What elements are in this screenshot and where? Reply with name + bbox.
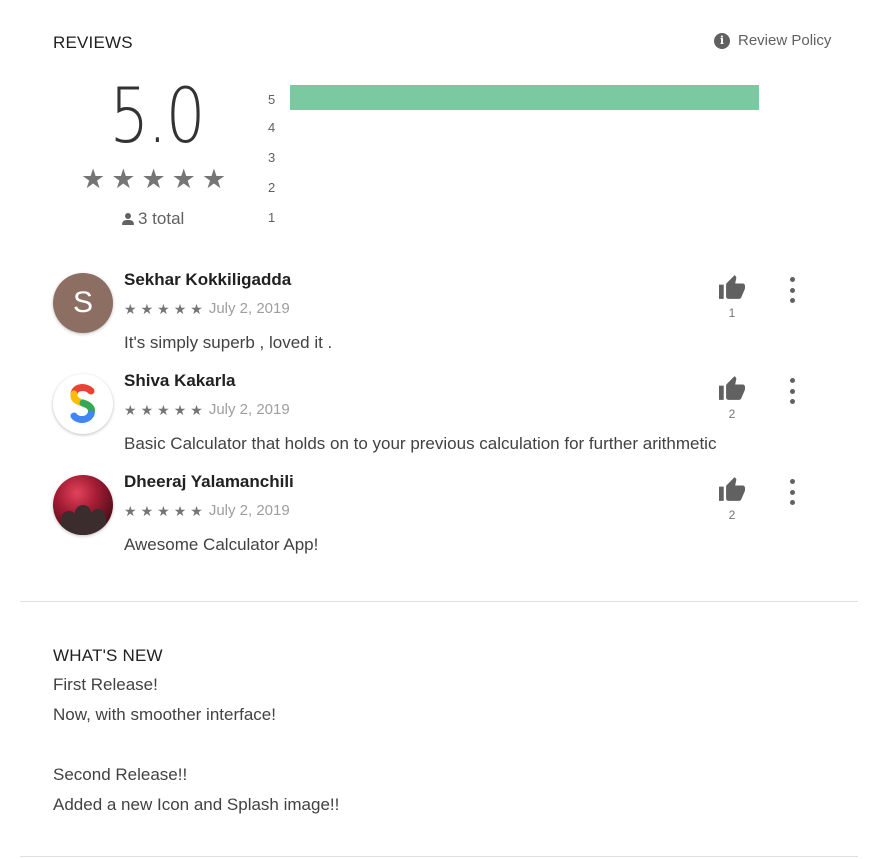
release-note-line: First Release! [53, 675, 158, 694]
star-icon: ★ [190, 401, 203, 418]
reviews-title: REVIEWS [53, 33, 133, 52]
star-icon: ★ [124, 502, 137, 519]
histogram-row: 1 [268, 202, 759, 232]
dot [789, 500, 795, 505]
histogram-label: 3 [268, 149, 276, 165]
helpful-button[interactable]: 2 [715, 476, 749, 522]
review-meta: ★ ★ ★ ★ ★ July 2, 2019 [124, 401, 290, 418]
star-icon: ★ [157, 502, 170, 519]
histogram-label: 2 [268, 179, 276, 195]
review-item: Shiva Kakarla ★ ★ ★ ★ ★ July 2, 2019 Basic C… [53, 371, 843, 464]
star-icon: ★ [171, 164, 196, 194]
star-icon: ★ [173, 401, 187, 418]
dot [789, 489, 795, 495]
reviewer-name: Dheeraj Yalamanchili [124, 472, 294, 491]
dot [789, 479, 795, 484]
histogram-label: 1 [268, 209, 276, 225]
info-icon: i [714, 32, 730, 49]
review-date: July 2, 2019 [208, 502, 290, 519]
photo-figure [90, 509, 106, 535]
avatar: S [53, 273, 113, 333]
review-policy-link[interactable]: i Review Policy [714, 32, 831, 49]
dot [789, 298, 795, 303]
review-text: Basic Calculator that holds on to your p… [124, 434, 717, 453]
release-note-line: Second Release!! [53, 765, 188, 784]
review-stars: ★ ★ ★ ★ ★ [124, 403, 203, 417]
histogram-row: 3 [268, 142, 759, 172]
release-note-line [53, 736, 339, 766]
review-stars: ★ ★ ★ ★ ★ [124, 504, 203, 518]
review-date: July 2, 2019 [208, 300, 290, 317]
more-options-button[interactable] [783, 479, 801, 505]
dot [789, 388, 795, 394]
google-logo-icon [70, 384, 95, 423]
thumbs-up-icon [719, 275, 745, 299]
star-icon: ★ [140, 401, 154, 418]
review-item: S Sekhar Kokkiligadda ★ ★ ★ ★ ★ July 2, 2019… [53, 270, 843, 363]
star-icon: ★ [124, 401, 137, 418]
average-rating: 5.0 [109, 71, 206, 160]
review-policy-label: Review Policy [738, 32, 832, 49]
reviewer-name: Shiva Kakarla [124, 371, 236, 390]
release-note-line: Added a new Icon and Splash image!! [53, 795, 340, 814]
total-ratings-label: 3 total [138, 209, 185, 228]
more-options-button[interactable] [783, 277, 801, 303]
average-rating-stars: ★ ★ ★ ★ ★ [81, 166, 226, 193]
release-note-line: Now, with smoother interface! [53, 705, 276, 724]
helpful-count: 2 [728, 508, 736, 522]
helpful-button[interactable]: 1 [715, 274, 749, 320]
thumbs-up-icon [719, 376, 745, 400]
dot [789, 399, 795, 404]
star-icon: ★ [81, 164, 106, 194]
star-icon: ★ [190, 300, 203, 317]
histogram-row: 5 [268, 82, 759, 112]
more-options-button[interactable] [783, 378, 801, 404]
star-icon: ★ [141, 164, 166, 194]
review-text: It's simply superb , loved it . [124, 333, 333, 352]
thumbs-up-icon [719, 477, 745, 501]
review-meta: ★ ★ ★ ★ ★ July 2, 2019 [124, 502, 290, 519]
star-icon: ★ [201, 164, 227, 194]
dot [789, 287, 795, 293]
review-item: Dheeraj Yalamanchili ★ ★ ★ ★ ★ July 2, 2019 … [53, 472, 843, 565]
avatar [53, 374, 113, 434]
helpful-button[interactable]: 2 [715, 375, 749, 421]
histogram-label: 5 [268, 91, 276, 107]
star-icon: ★ [140, 502, 154, 519]
person-icon [121, 212, 135, 226]
histogram-row: 4 [268, 112, 759, 142]
star-icon: ★ [173, 502, 187, 519]
helpful-count: 2 [728, 407, 736, 421]
review-meta: ★ ★ ★ ★ ★ July 2, 2019 [124, 300, 290, 317]
histogram-label: 4 [268, 119, 276, 135]
dot [789, 277, 795, 282]
avatar [53, 475, 113, 535]
rating-histogram: 5 4 3 2 1 [268, 82, 759, 232]
star-icon: ★ [190, 502, 203, 519]
star-icon: ★ [157, 401, 170, 418]
histogram-row: 2 [268, 172, 759, 202]
star-icon: ★ [124, 300, 137, 317]
total-ratings: 3 total [121, 209, 184, 229]
histogram-bar [290, 84, 759, 110]
section-divider [20, 856, 858, 857]
whats-new-title: WHAT'S NEW [53, 646, 163, 665]
reviewer-name: Sekhar Kokkiligadda [124, 270, 292, 289]
helpful-count: 1 [728, 306, 736, 320]
dot [789, 378, 795, 383]
star-icon: ★ [173, 300, 187, 317]
photo-figure [75, 505, 91, 535]
review-stars: ★ ★ ★ ★ ★ [124, 302, 203, 316]
star-icon: ★ [157, 300, 170, 317]
review-text: Awesome Calculator App! [124, 535, 319, 554]
star-icon: ★ [111, 164, 136, 194]
star-icon: ★ [140, 300, 154, 317]
release-notes: First Release! Now, with smoother interf… [53, 676, 339, 826]
review-date: July 2, 2019 [208, 401, 290, 418]
section-divider [20, 601, 858, 602]
